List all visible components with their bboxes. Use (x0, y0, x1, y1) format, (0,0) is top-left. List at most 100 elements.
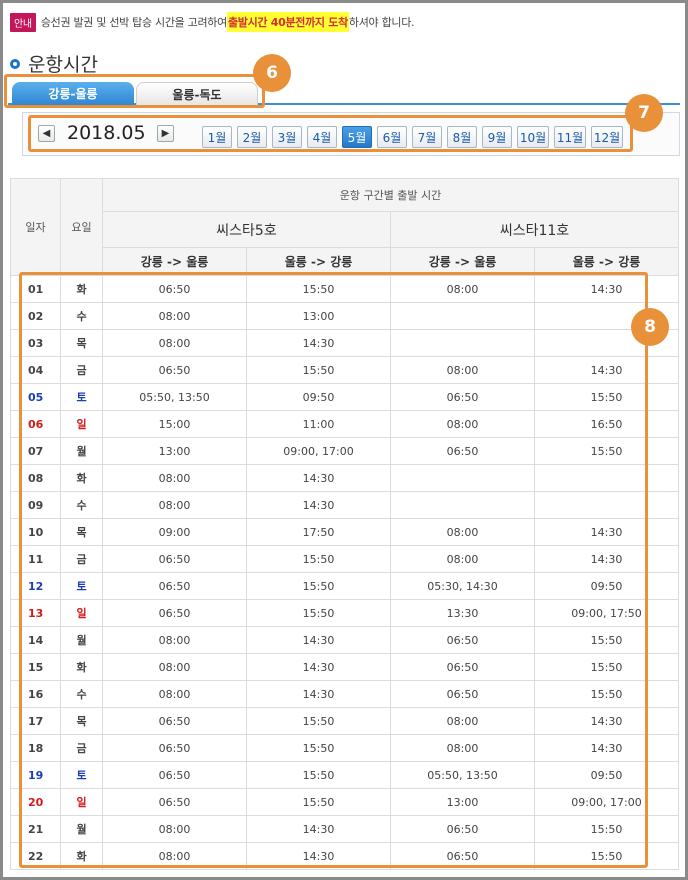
cell-departure-time: 15:50 (246, 275, 391, 303)
cell-departure-time: 14:30 (246, 653, 391, 681)
cell-departure-time (533, 491, 680, 519)
cell-weekday: 목 (60, 707, 103, 735)
cell-day: 02 (10, 302, 61, 330)
cell-departure-time: 06:50 (390, 383, 535, 411)
cell-departure-time: 14:30 (246, 464, 391, 492)
month-button[interactable]: 5월 (342, 126, 372, 148)
month-button[interactable]: 7월 (412, 126, 442, 148)
header-route: 울릉 -> 강릉 (533, 247, 680, 276)
cell-day: 06 (10, 410, 61, 438)
cell-departure-time: 06:50 (390, 653, 535, 681)
cell-departure-time: 15:50 (246, 707, 391, 735)
cell-departure-time: 06:50 (102, 572, 247, 600)
cell-weekday: 화 (60, 653, 103, 681)
cell-departure-time: 05:50, 13:50 (102, 383, 247, 411)
tab-ulleung-dokdo[interactable]: 울릉-독도 (136, 82, 258, 105)
cell-weekday: 화 (60, 464, 103, 492)
header-departure-times: 운항 구간별 출발 시간 (101, 178, 680, 212)
cell-departure-time (390, 329, 535, 357)
month-button[interactable]: 2월 (237, 126, 267, 148)
notice-text-after: 하셔야 합니다. (348, 16, 415, 29)
cell-day: 20 (10, 788, 61, 816)
table-row: 13 일 06:50 15:50 13:30 09:00, 17:50 (10, 599, 680, 627)
cell-day: 08 (10, 464, 61, 492)
cell-departure-time: 15:50 (246, 788, 391, 816)
cell-weekday: 일 (60, 599, 103, 627)
month-button[interactable]: 11월 (554, 126, 586, 148)
cell-weekday: 화 (60, 275, 103, 303)
table-row: 04 금 06:50 15:50 08:00 14:30 (10, 356, 680, 384)
chevron-right-icon[interactable]: ▶ (157, 124, 174, 142)
year-month-label: 2018.05 (67, 122, 146, 144)
month-button[interactable]: 12월 (591, 126, 623, 148)
cell-weekday: 월 (60, 626, 103, 654)
cell-weekday: 수 (60, 302, 103, 330)
table-row: 11 금 06:50 15:50 08:00 14:30 (10, 545, 680, 573)
bullet-circle-icon (10, 58, 20, 69)
month-button[interactable]: 9월 (482, 126, 512, 148)
cell-departure-time: 06:50 (390, 815, 535, 843)
schedule-table: 일자 요일 운항 구간별 출발 시간 씨스타5호 씨스타11호 강릉 -> 울릉… (10, 178, 680, 870)
cell-day: 04 (10, 356, 61, 384)
month-button[interactable]: 6월 (377, 126, 407, 148)
cell-departure-time: 14:30 (246, 329, 391, 357)
year-month-nav: ◀ 2018.05 ▶ (38, 120, 174, 146)
cell-departure-time: 15:50 (533, 815, 680, 843)
cell-day: 19 (10, 761, 61, 789)
chevron-left-icon[interactable]: ◀ (38, 124, 55, 142)
table-row: 02 수 08:00 13:00 (10, 302, 680, 330)
cell-weekday: 수 (60, 680, 103, 708)
cell-departure-time: 09:00, 17:00 (246, 437, 391, 465)
cell-departure-time: 08:00 (102, 626, 247, 654)
cell-departure-time: 09:50 (246, 383, 391, 411)
notice-badge: 안내 (10, 12, 36, 32)
cell-departure-time: 06:50 (390, 842, 535, 870)
month-button[interactable]: 8월 (447, 126, 477, 148)
cell-departure-time: 15:50 (533, 383, 680, 411)
table-row: 16 수 08:00 14:30 06:50 15:50 (10, 680, 680, 708)
callout-badge-8: 8 (631, 308, 669, 346)
cell-weekday: 금 (60, 734, 103, 762)
header-ship-seastar5: 씨스타5호 (102, 211, 391, 248)
month-button[interactable]: 1월 (202, 126, 232, 148)
cell-departure-time: 15:50 (246, 572, 391, 600)
tab-gangneung-ulleung[interactable]: 강릉-울릉 (12, 82, 134, 105)
cell-departure-time: 13:30 (390, 599, 535, 627)
cell-weekday: 토 (60, 761, 103, 789)
cell-departure-time: 06:50 (102, 545, 247, 573)
cell-departure-time: 15:00 (102, 410, 247, 438)
cell-departure-time: 08:00 (390, 356, 535, 384)
cell-departure-time: 16:50 (533, 410, 680, 438)
cell-departure-time: 15:50 (533, 680, 680, 708)
header-route: 울릉 -> 강릉 (246, 247, 391, 276)
cell-departure-time: 06:50 (102, 788, 247, 816)
table-row: 12 토 06:50 15:50 05:30, 14:30 09:50 (10, 572, 680, 600)
cell-departure-time: 15:50 (246, 545, 391, 573)
cell-departure-time: 13:00 (246, 302, 391, 330)
cell-departure-time: 15:50 (246, 356, 391, 384)
cell-day: 13 (10, 599, 61, 627)
header-route: 강릉 -> 울릉 (390, 247, 535, 276)
cell-departure-time: 08:00 (102, 329, 247, 357)
cell-day: 16 (10, 680, 61, 708)
cell-weekday: 일 (60, 788, 103, 816)
cell-departure-time: 15:50 (533, 842, 680, 870)
cell-day: 09 (10, 491, 61, 519)
table-row: 07 월 13:00 09:00, 17:00 06:50 15:50 (10, 437, 680, 465)
month-button[interactable]: 3월 (272, 126, 302, 148)
cell-departure-time: 15:50 (246, 761, 391, 789)
cell-weekday: 금 (60, 545, 103, 573)
cell-departure-time: 08:00 (102, 842, 247, 870)
month-button[interactable]: 4월 (307, 126, 337, 148)
cell-weekday: 일 (60, 410, 103, 438)
cell-departure-time: 09:50 (533, 572, 680, 600)
cell-departure-time: 14:30 (246, 842, 391, 870)
cell-day: 07 (10, 437, 61, 465)
cell-departure-time: 14:30 (533, 734, 680, 762)
cell-day: 22 (10, 842, 61, 870)
table-row: 15 화 08:00 14:30 06:50 15:50 (10, 653, 680, 681)
cell-departure-time: 14:30 (246, 491, 391, 519)
cell-departure-time: 05:50, 13:50 (390, 761, 535, 789)
month-button[interactable]: 10월 (517, 126, 549, 148)
cell-departure-time: 06:50 (390, 626, 535, 654)
